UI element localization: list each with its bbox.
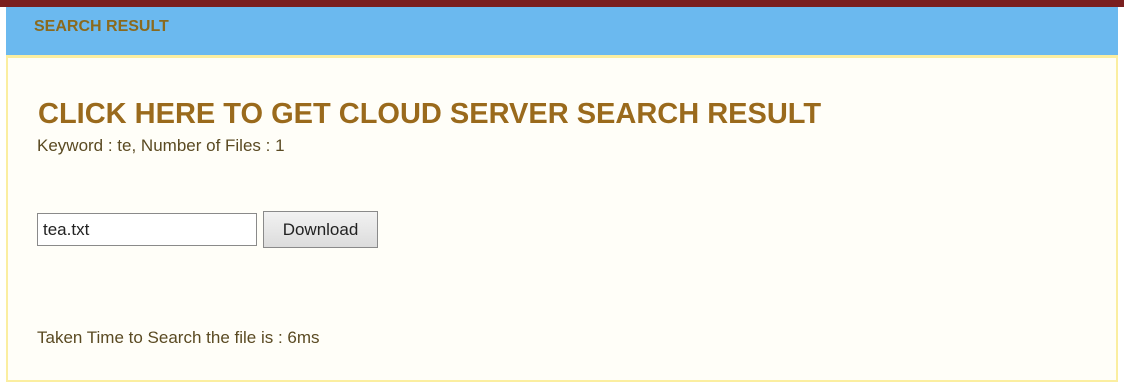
panel-header: SEARCH RESULT (6, 7, 1118, 55)
search-summary: Keyword : te, Number of Files : 1 (37, 136, 285, 155)
search-time-text: Taken Time to Search the file is : 6ms (37, 328, 320, 347)
panel-header-title: SEARCH RESULT (34, 18, 169, 35)
top-strip (0, 0, 1124, 7)
search-result-panel: CLICK HERE TO GET CLOUD SERVER SEARCH RE… (6, 55, 1118, 382)
file-name-field[interactable] (37, 213, 257, 246)
download-button[interactable]: Download (263, 211, 378, 248)
cloud-search-result-link[interactable]: CLICK HERE TO GET CLOUD SERVER SEARCH RE… (38, 98, 821, 131)
